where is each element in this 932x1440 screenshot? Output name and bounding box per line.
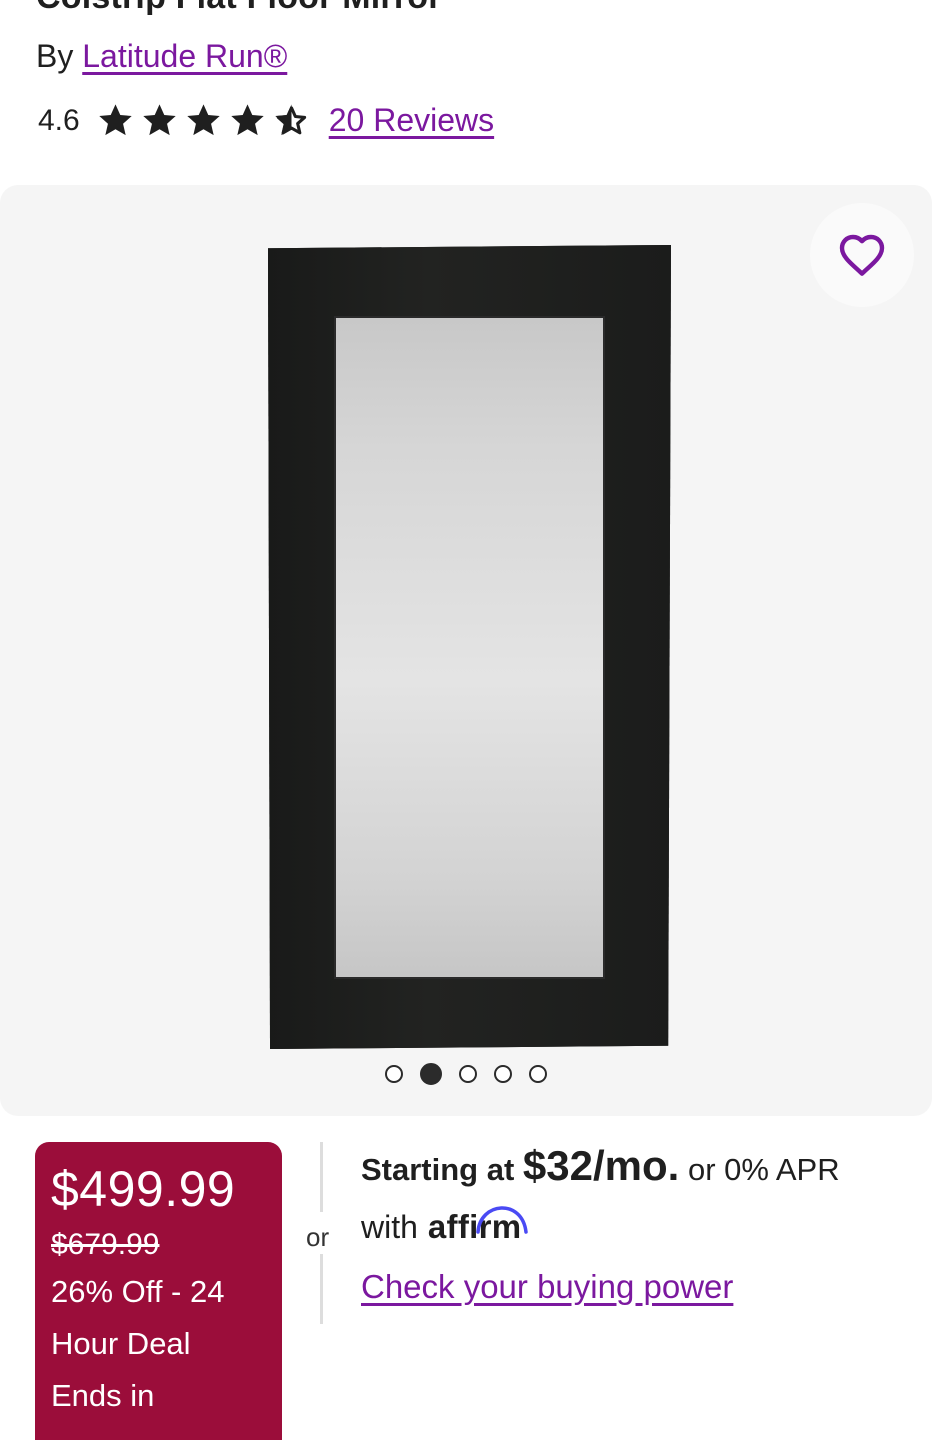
carousel-dots [0, 1063, 932, 1085]
reviews-link[interactable]: 20 Reviews [329, 102, 494, 139]
price-panel: $499.99 $679.99 26% Off - 24 Hour Deal E… [35, 1142, 282, 1440]
original-price: $679.99 [51, 1228, 160, 1261]
starting-label: Starting at [361, 1152, 515, 1187]
rating-score: 4.6 [38, 103, 80, 137]
star-rating [96, 102, 311, 139]
financing-provider-line: with affirm [361, 1206, 921, 1246]
affirm-logo: affirm [428, 1206, 528, 1246]
current-price: $499.99 [51, 1161, 236, 1217]
carousel-dot-1[interactable] [385, 1065, 403, 1083]
carousel-dot-2[interactable] [420, 1063, 442, 1085]
financing-panel: Starting at $32/mo. or 0% APR with affir… [361, 1142, 921, 1306]
apr-text: or 0% APR [687, 1152, 840, 1187]
financing-line: Starting at $32/mo. or 0% APR [361, 1142, 921, 1190]
affirm-arc-icon [476, 1206, 528, 1234]
star-icon [143, 104, 176, 136]
carousel-dot-4[interactable] [494, 1065, 512, 1083]
by-label: By [36, 38, 74, 74]
check-buying-power-link[interactable]: Check your buying power [361, 1268, 733, 1306]
heart-outline-icon [839, 234, 885, 276]
brand-byline: By Latitude Run® [36, 38, 287, 75]
rating-row: 4.6 20 Reviews [38, 102, 494, 139]
deal-text: 26% Off - 24 Hour Deal Ends in [51, 1274, 225, 1413]
carousel-dot-3[interactable] [459, 1065, 477, 1083]
product-title: Colstrip Flat Floor Mirror [36, 0, 442, 17]
divider-top [320, 1142, 323, 1212]
brand-link[interactable]: Latitude Run® [82, 38, 287, 74]
star-icon [231, 104, 264, 136]
star-half-icon [275, 104, 306, 136]
or-separator: or [306, 1222, 330, 1252]
with-label: with [361, 1209, 418, 1245]
divider-bottom [320, 1254, 323, 1324]
monthly-amount: $32/mo. [522, 1142, 680, 1189]
mirror-glass-image [334, 316, 605, 979]
star-icon [187, 104, 220, 136]
favorite-button[interactable] [810, 203, 914, 307]
star-icon [99, 104, 132, 136]
carousel-dot-5[interactable] [529, 1065, 547, 1083]
product-image-gallery[interactable] [0, 185, 932, 1116]
